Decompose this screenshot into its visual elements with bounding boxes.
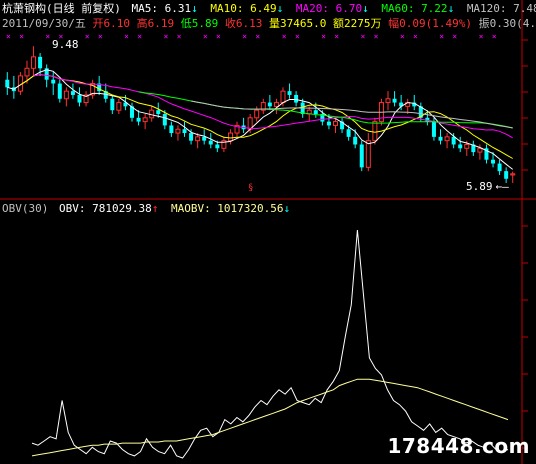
stock-chart-window: 杭萧钢构(日线 前复权) MA5: 6.31↓ MA10: 6.49↓ MA20… <box>0 0 536 464</box>
candle-body <box>372 121 378 142</box>
obv-line <box>31 229 509 459</box>
candle-body <box>477 147 483 153</box>
ex-rights-marker-icon: § <box>248 183 253 193</box>
candle-body <box>215 144 220 149</box>
signal-marker-icon: × <box>255 32 260 41</box>
low-marker-arrow-icon: ←— <box>495 180 509 193</box>
candle-body <box>353 136 358 145</box>
ma120-line <box>191 100 513 129</box>
candle-body <box>63 90 69 100</box>
candle-body <box>38 56 43 69</box>
signal-marker-icon: × <box>203 32 208 41</box>
ma60-line <box>138 91 513 129</box>
signal-marker-icon: × <box>374 32 379 41</box>
candle-body <box>175 128 181 134</box>
candle-body <box>392 98 397 103</box>
low-marker-label: 5.89 ←— <box>466 180 509 193</box>
candle-body <box>346 129 351 137</box>
candle-body <box>5 79 10 88</box>
candle-body <box>464 143 470 149</box>
low-marker-value: 5.89 <box>466 180 493 193</box>
candle-body <box>77 94 82 103</box>
candle-body <box>116 102 122 111</box>
candle-body <box>202 136 207 141</box>
candle-body <box>57 83 62 99</box>
signal-marker-icon: × <box>19 32 24 41</box>
signal-marker-icon: × <box>137 32 142 41</box>
signal-marker-icon: × <box>492 32 497 41</box>
signal-marker-icon: × <box>413 32 418 41</box>
candle-body <box>313 110 318 114</box>
signal-marker-icon: × <box>242 32 247 41</box>
signal-marker-icon: × <box>98 32 103 41</box>
candle-body <box>438 136 443 141</box>
signal-marker-icon: × <box>439 32 444 41</box>
candle-body <box>189 133 194 141</box>
candle-body <box>326 121 331 126</box>
candle-body <box>254 109 260 119</box>
candle-body <box>51 79 56 84</box>
candle-body <box>169 125 174 134</box>
signal-marker-icon: × <box>282 32 287 41</box>
candle-body <box>510 173 516 176</box>
candle-body <box>136 117 141 122</box>
signal-marker-icon: × <box>216 32 221 41</box>
signal-marker-icon: × <box>85 32 90 41</box>
candle-body <box>182 129 187 134</box>
signal-marker-icon: × <box>334 32 339 41</box>
signal-marker-icon: × <box>177 32 182 41</box>
signal-marker-icon: × <box>124 32 129 41</box>
candle-body <box>142 117 148 123</box>
candle-body <box>385 98 391 104</box>
candle-body <box>24 67 30 77</box>
signal-marker-icon: × <box>321 32 326 41</box>
candle-body <box>70 91 75 95</box>
candle-body <box>497 163 502 172</box>
signal-marker-icon: × <box>479 32 484 41</box>
ma5-line <box>7 69 514 170</box>
candle-body <box>451 136 456 145</box>
candle-body <box>208 140 213 145</box>
signal-marker-icon: × <box>6 32 11 41</box>
candle-body <box>365 140 371 168</box>
candle-body <box>195 136 201 142</box>
candle-body <box>227 132 233 142</box>
candle-body <box>110 98 115 111</box>
high-marker-label: 9.48 <box>52 38 79 51</box>
candle-body <box>504 171 509 179</box>
candle-body <box>444 136 450 142</box>
candle-body <box>294 94 299 103</box>
signal-marker-icon: × <box>164 32 169 41</box>
candle-body <box>162 114 167 126</box>
candle-body <box>431 121 436 137</box>
candle-body <box>458 144 463 149</box>
signal-marker-icon: × <box>452 32 457 41</box>
signal-marker-icon: × <box>360 32 365 41</box>
candle-body <box>287 91 292 95</box>
candle-body <box>31 56 37 69</box>
candle-body <box>280 90 286 104</box>
candle-body <box>156 110 161 114</box>
candle-body <box>273 102 279 107</box>
candle-body <box>491 159 496 164</box>
candle-body <box>359 144 364 168</box>
site-watermark: 178448.com <box>387 434 530 458</box>
candle-body <box>332 121 338 126</box>
signal-marker-icon: × <box>45 32 50 41</box>
price-chart[interactable]: × × × × × × × × × × × × × × × × × × × × × × × × × ×§ <box>0 0 536 200</box>
candle-body <box>267 102 272 107</box>
signal-marker-icon: × <box>295 32 300 41</box>
obv-chart[interactable] <box>0 200 536 464</box>
signal-marker-icon: × <box>400 32 405 41</box>
